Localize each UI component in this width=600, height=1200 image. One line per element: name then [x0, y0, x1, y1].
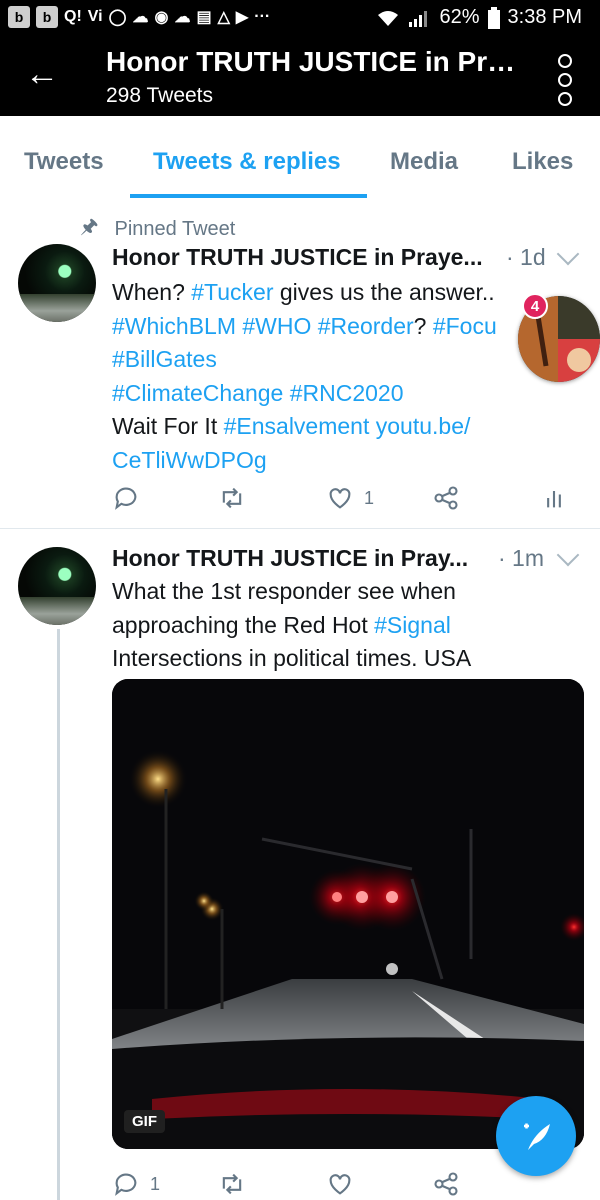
thread-line: [57, 629, 60, 1200]
cloud-icon: ☁: [132, 9, 149, 26]
avatar[interactable]: [18, 547, 96, 625]
reply-icon: [115, 1173, 137, 1196]
tweet-time: · 1d: [506, 244, 546, 270]
tweet-text: When? #Tucker gives us the answer.. #Whi…: [112, 276, 582, 477]
tab-media[interactable]: Media: [390, 148, 458, 176]
tweet-line: approaching the Red Hot #Signal: [112, 611, 451, 638]
tweet-line: When? #Tucker gives us the answer..: [112, 279, 495, 305]
hashtag-link[interactable]: #ClimateChange #RNC2020: [112, 380, 404, 406]
app-q-icon: Q!: [64, 8, 82, 25]
tweet-line: #ClimateChange #RNC2020: [112, 377, 582, 411]
clock: 3:38 PM: [507, 6, 582, 28]
tweet-line: #WhichBLM #WHO #Reorder? #Focu: [112, 312, 497, 339]
reply-count: 1: [150, 1173, 161, 1194]
app-b-icon: b: [8, 6, 30, 28]
tab-likes[interactable]: Likes: [512, 148, 573, 176]
chat-head-badge: 4: [522, 293, 548, 319]
share-icon: [434, 1172, 458, 1196]
analytics-button[interactable]: [540, 484, 568, 512]
tab-tweets[interactable]: Tweets: [24, 148, 104, 176]
battery-icon: [487, 6, 500, 29]
profile-header: ← Honor TRUTH JUSTICE in Pra... 298 Twee…: [0, 36, 600, 116]
pinned-label: Pinned Tweet: [114, 217, 236, 240]
tweet-line: CeTliWwDPOg: [112, 444, 582, 478]
system-indicators: 62% 3:38 PM: [377, 6, 582, 29]
heart-icon: [329, 1174, 351, 1195]
avatar[interactable]: [18, 244, 96, 322]
heart-icon: [329, 488, 351, 509]
author-name[interactable]: Honor TRUTH JUSTICE in Praye...: [112, 244, 497, 271]
tweet-actions: 1: [112, 1170, 572, 1200]
reply-button[interactable]: 1: [112, 1170, 160, 1198]
cloud-icon: ☁: [174, 9, 191, 26]
tweet-line: Intersections in political times. USA: [112, 645, 472, 671]
chevron-down-icon[interactable]: [556, 543, 580, 567]
hashtag-link[interactable]: #Tucker: [191, 279, 273, 305]
messenger-icon: ◯: [108, 9, 127, 26]
tweet-time: · 1m: [498, 545, 544, 571]
hashtag-link[interactable]: #WhichBLM #WHO #Reorder: [112, 313, 414, 339]
hashtag-link[interactable]: #BillGates: [112, 346, 217, 372]
notification-icons: b b Q! Vi ◯ ☁ ◉ ☁ ▤ △ ▶ ···: [8, 6, 270, 28]
like-button[interactable]: 1: [326, 484, 374, 512]
compose-tweet-button[interactable]: [496, 1096, 576, 1176]
pinned-tweet[interactable]: 🖈 Pinned Tweet Honor TRUTH JUSTICE in Pr…: [0, 198, 600, 528]
tab-tweets-and-replies[interactable]: Tweets & replies: [153, 148, 341, 176]
pinned-label-row: 🖈 Pinned Tweet: [80, 212, 235, 246]
status-bar: b b Q! Vi ◯ ☁ ◉ ☁ ▤ △ ▶ ··· 62% 3:38 PM: [0, 0, 600, 36]
tweet-text: What the 1st responder see when approach…: [112, 575, 582, 676]
overflow-menu-icon[interactable]: [558, 54, 572, 106]
tweet-actions: 1: [112, 484, 572, 514]
tweet-line: What the 1st responder see when: [112, 578, 456, 604]
news-icon: ▤: [196, 9, 212, 26]
author-name[interactable]: Honor TRUTH JUSTICE in Pray...: [112, 545, 497, 572]
analytics-icon: [547, 491, 561, 508]
retweet-button[interactable]: [218, 484, 256, 512]
gif-badge: GIF: [124, 1110, 165, 1133]
youtube-icon: ▶: [235, 9, 249, 26]
drive-icon: △: [217, 9, 230, 26]
tweet-line: #BillGates: [112, 343, 582, 377]
more-notifications-icon: ···: [254, 8, 271, 25]
tweet-line: Wait For It #Ensalvement youtu.be/: [112, 413, 471, 439]
share-icon: [434, 486, 458, 510]
tweet-count: 298 Tweets: [106, 84, 214, 107]
pin-icon: 🖈: [80, 216, 99, 238]
battery-percent: 62%: [439, 6, 480, 28]
profile-name: Honor TRUTH JUSTICE in Pra...: [106, 46, 526, 77]
retweet-icon: [222, 1173, 242, 1195]
share-button[interactable]: [432, 484, 460, 512]
profile-tabs: Tweets Tweets & replies Media Likes: [0, 116, 600, 199]
wifi-icon: [378, 10, 399, 26]
tweet[interactable]: Honor TRUTH JUSTICE in Pray... · 1m What…: [0, 529, 600, 1200]
gif-media[interactable]: GIF: [112, 679, 584, 1149]
back-arrow-icon[interactable]: ←: [22, 54, 62, 94]
hashtag-link[interactable]: #Focu: [433, 313, 497, 339]
hashtag-link[interactable]: #Ensalvement youtu.be/: [224, 413, 471, 439]
app-b-icon: b: [36, 6, 58, 28]
chevron-down-icon[interactable]: [556, 242, 580, 266]
compose-feather-icon: [524, 1123, 550, 1150]
retweet-icon: [222, 487, 242, 509]
share-button[interactable]: [432, 1170, 460, 1198]
facebook-icon: ◉: [154, 9, 169, 26]
reply-button[interactable]: [112, 484, 150, 512]
app-vi-icon: Vi: [87, 8, 103, 25]
url-link[interactable]: CeTliWwDPOg: [112, 447, 267, 473]
signal-icon: [409, 10, 428, 27]
retweet-button[interactable]: [218, 1170, 256, 1198]
night-road-image: [112, 679, 584, 1149]
like-button[interactable]: [326, 1170, 364, 1198]
reply-icon: [115, 487, 137, 510]
hashtag-link[interactable]: #Signal: [374, 612, 451, 638]
like-count: 1: [364, 487, 375, 508]
